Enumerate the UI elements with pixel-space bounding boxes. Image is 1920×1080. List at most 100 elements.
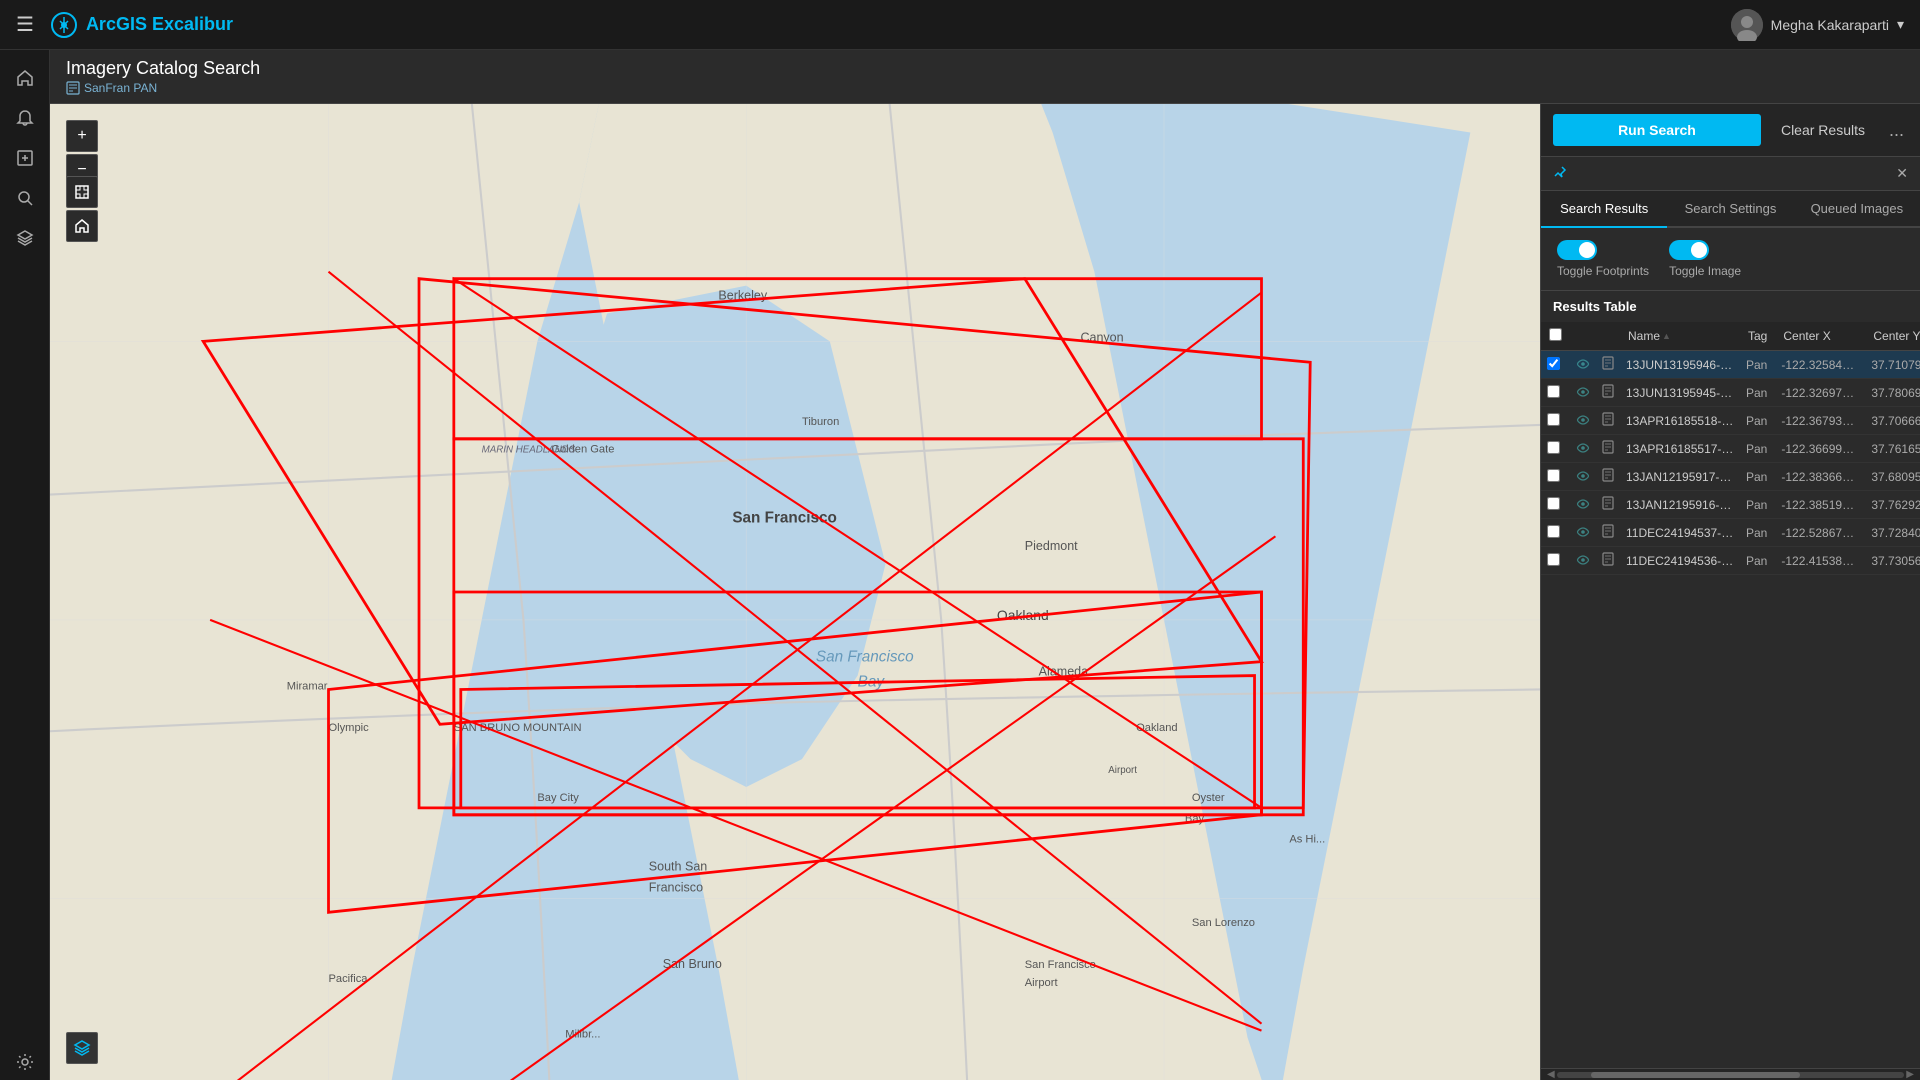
row-doc-cell[interactable] xyxy=(1596,379,1620,407)
tab-queued-images[interactable]: Queued Images xyxy=(1794,191,1920,228)
panel-more-button[interactable]: ... xyxy=(1885,120,1908,141)
panel-scrollbar[interactable]: ◀ ▶ xyxy=(1541,1068,1920,1080)
tab-search-settings[interactable]: Search Settings xyxy=(1667,191,1793,228)
map-area[interactable]: Berkeley Canyon Golden Gate San Francisc… xyxy=(50,104,1540,1080)
row-doc-cell[interactable] xyxy=(1596,351,1620,379)
row-checkbox[interactable] xyxy=(1547,413,1560,426)
row-checkbox-cell[interactable] xyxy=(1541,519,1570,547)
page-header: Imagery Catalog Search SanFran PAN xyxy=(50,50,1920,104)
row-visibility-cell[interactable] xyxy=(1570,407,1596,435)
row-tag: Pan xyxy=(1740,407,1775,435)
row-visibility-icon[interactable] xyxy=(1576,414,1590,428)
row-checkbox[interactable] xyxy=(1547,497,1560,510)
tab-search-results[interactable]: Search Results xyxy=(1541,191,1667,228)
footprints-toggle[interactable] xyxy=(1557,240,1597,260)
select-all-checkbox[interactable] xyxy=(1549,328,1562,341)
row-visibility-icon[interactable] xyxy=(1576,386,1590,400)
scroll-right-button[interactable]: ▶ xyxy=(1904,1069,1916,1080)
run-search-button[interactable]: Run Search xyxy=(1553,114,1761,146)
close-panel-button[interactable]: ✕ xyxy=(1896,165,1908,182)
row-checkbox-cell[interactable] xyxy=(1541,407,1570,435)
row-doc-icon xyxy=(1602,499,1614,513)
col-header-checkbox[interactable] xyxy=(1541,322,1570,351)
row-doc-cell[interactable] xyxy=(1596,435,1620,463)
row-visibility-icon[interactable] xyxy=(1576,526,1590,540)
row-doc-cell[interactable] xyxy=(1596,519,1620,547)
row-visibility-cell[interactable] xyxy=(1570,351,1596,379)
col-header-centery[interactable]: Center Y xyxy=(1865,322,1920,351)
hamburger-menu[interactable]: ☰ xyxy=(16,12,34,37)
svg-text:Airport: Airport xyxy=(1108,765,1137,776)
row-checkbox-cell[interactable] xyxy=(1541,379,1570,407)
row-name[interactable]: 11DEC24194537-P... xyxy=(1620,519,1740,547)
sidebar-item-layers[interactable] xyxy=(7,220,43,256)
sidebar-item-home[interactable] xyxy=(7,60,43,96)
row-visibility-cell[interactable] xyxy=(1570,519,1596,547)
row-checkbox[interactable] xyxy=(1547,385,1560,398)
row-checkbox-cell[interactable] xyxy=(1541,351,1570,379)
row-checkbox[interactable] xyxy=(1547,525,1560,538)
scrollbar-thumb[interactable] xyxy=(1591,1072,1800,1078)
row-doc-cell[interactable] xyxy=(1596,407,1620,435)
col-header-tag[interactable]: Tag xyxy=(1740,322,1775,351)
row-visibility-cell[interactable] xyxy=(1570,463,1596,491)
row-name[interactable]: 13JAN12195917-P... xyxy=(1620,463,1740,491)
image-toggle[interactable] xyxy=(1669,240,1709,260)
col-header-name[interactable]: Name ▲ xyxy=(1620,322,1740,351)
row-checkbox-cell[interactable] xyxy=(1541,547,1570,575)
scrollbar-track[interactable] xyxy=(1557,1072,1905,1078)
row-checkbox-cell[interactable] xyxy=(1541,463,1570,491)
app-logo: ArcGIS Excalibur xyxy=(50,11,233,39)
row-name[interactable]: 13APR16185517-P... xyxy=(1620,435,1740,463)
row-checkbox[interactable] xyxy=(1547,357,1560,370)
row-visibility-icon[interactable] xyxy=(1576,470,1590,484)
row-name[interactable]: 13JUN13195945-P... xyxy=(1620,379,1740,407)
zoom-in-button[interactable]: + xyxy=(66,120,98,152)
user-dropdown-icon[interactable]: ▾ xyxy=(1897,16,1904,33)
row-visibility-icon[interactable] xyxy=(1576,498,1590,512)
row-doc-cell[interactable] xyxy=(1596,463,1620,491)
row-doc-icon xyxy=(1602,415,1614,429)
row-visibility-cell[interactable] xyxy=(1570,435,1596,463)
sidebar-item-search[interactable] xyxy=(7,180,43,216)
home-extent-button[interactable] xyxy=(66,210,98,242)
row-doc-cell[interactable] xyxy=(1596,547,1620,575)
row-checkbox[interactable] xyxy=(1547,553,1560,566)
user-section[interactable]: Megha Kakaraparti ▾ xyxy=(1731,9,1904,41)
row-checkbox[interactable] xyxy=(1547,469,1560,482)
row-name[interactable]: 13JUN13195946-P... xyxy=(1620,351,1740,379)
scroll-left-button[interactable]: ◀ xyxy=(1545,1069,1557,1080)
toggle-row: Toggle Footprints Toggle Image xyxy=(1541,228,1920,291)
extent-button[interactable] xyxy=(66,176,98,208)
row-visibility-cell[interactable] xyxy=(1570,379,1596,407)
footprints-toggle-label: Toggle Footprints xyxy=(1557,264,1649,278)
row-centerx: -122.3269781... xyxy=(1775,379,1865,407)
content-row: Berkeley Canyon Golden Gate San Francisc… xyxy=(50,104,1920,1080)
row-tag: Pan xyxy=(1740,379,1775,407)
row-name[interactable]: 13APR16185518-P... xyxy=(1620,407,1740,435)
sidebar-item-settings[interactable] xyxy=(7,1044,43,1080)
row-visibility-icon[interactable] xyxy=(1576,442,1590,456)
results-section: Results Table xyxy=(1541,291,1920,1080)
layer-panel-button[interactable] xyxy=(66,1032,98,1064)
row-name[interactable]: 13JAN12195916-P... xyxy=(1620,491,1740,519)
sidebar-item-add[interactable] xyxy=(7,140,43,176)
row-checkbox-cell[interactable] xyxy=(1541,435,1570,463)
clear-results-button[interactable]: Clear Results xyxy=(1769,114,1877,146)
svg-text:Pacifica: Pacifica xyxy=(329,973,369,985)
row-visibility-icon[interactable] xyxy=(1576,358,1590,372)
image-toggle-item: Toggle Image xyxy=(1669,240,1741,278)
row-name[interactable]: 11DEC24194536-P... xyxy=(1620,547,1740,575)
row-visibility-cell[interactable] xyxy=(1570,491,1596,519)
row-checkbox[interactable] xyxy=(1547,441,1560,454)
row-checkbox-cell[interactable] xyxy=(1541,491,1570,519)
results-table-scroll[interactable]: Name ▲ Tag Center X Center Y xyxy=(1541,322,1920,1068)
row-doc-cell[interactable] xyxy=(1596,491,1620,519)
sidebar-item-notifications[interactable] xyxy=(7,100,43,136)
left-sidebar xyxy=(0,50,50,1080)
row-visibility-cell[interactable] xyxy=(1570,547,1596,575)
svg-text:San Bruno: San Bruno xyxy=(663,957,722,971)
row-centery: 37.762927260... xyxy=(1865,491,1920,519)
col-header-centerx[interactable]: Center X xyxy=(1775,322,1865,351)
row-visibility-icon[interactable] xyxy=(1576,554,1590,568)
